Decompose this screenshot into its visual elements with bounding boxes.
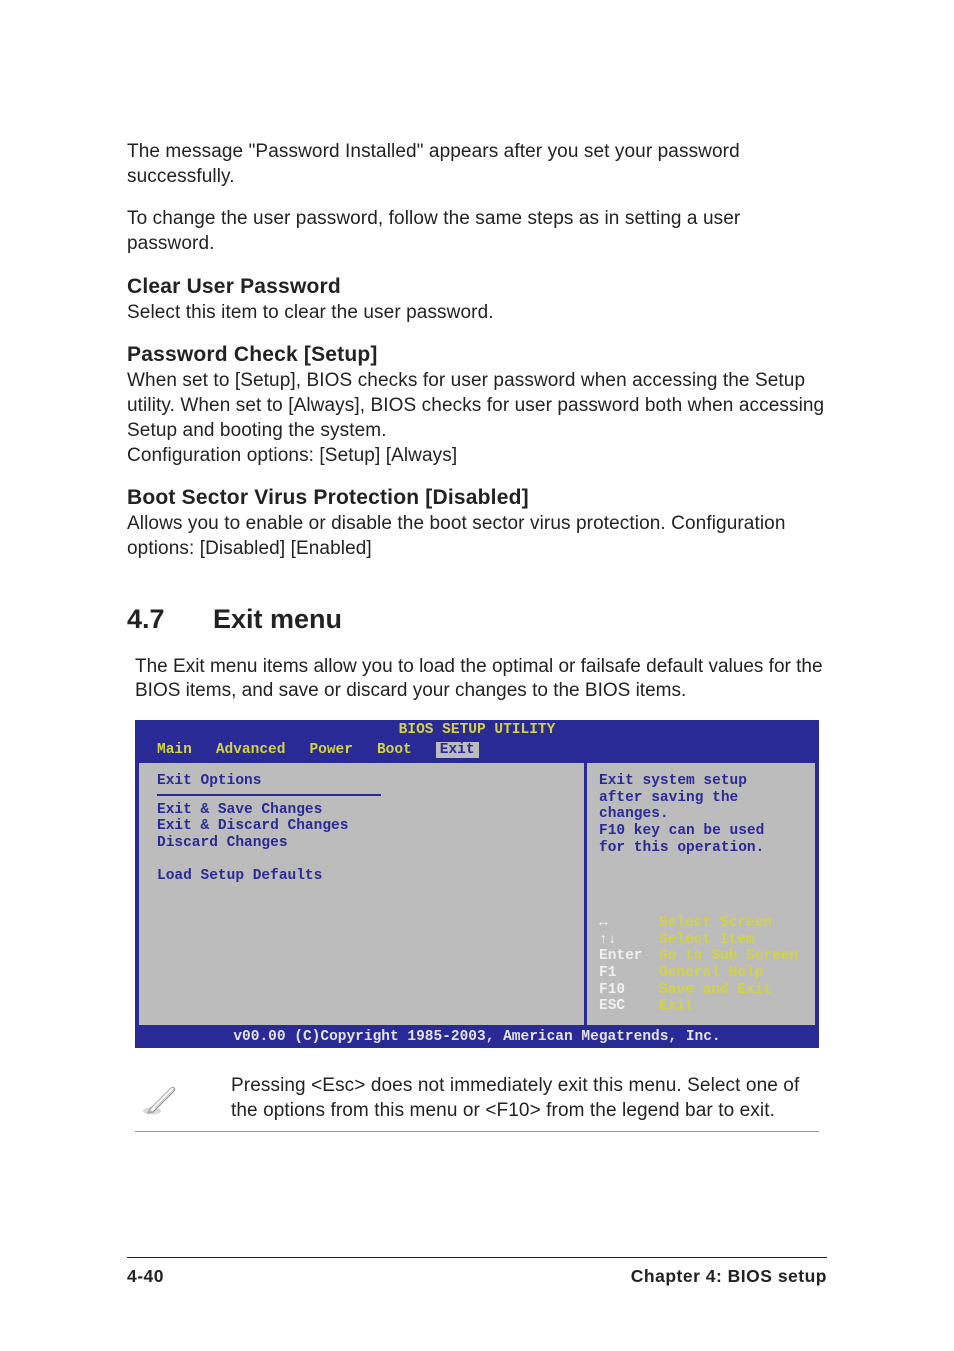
- page-number: 4-40: [127, 1266, 164, 1287]
- paragraph: When set to [Setup], BIOS checks for use…: [127, 369, 827, 443]
- paragraph: Allows you to enable or disable the boot…: [127, 512, 827, 561]
- bios-nav-label: Go to Sub Screen: [659, 948, 798, 965]
- section-number: 4.7: [127, 604, 213, 635]
- bios-nav-label: Exit: [659, 998, 694, 1015]
- section-intro: The Exit menu items allow you to load th…: [127, 655, 827, 704]
- heading-clear-user-password: Clear User Password: [127, 275, 827, 299]
- paragraph: To change the user password, follow the …: [127, 207, 827, 256]
- bios-tab-main[interactable]: Main: [157, 742, 192, 758]
- bios-body: Exit Options Exit & Save Changes Exit & …: [135, 760, 819, 1028]
- chapter-label: Chapter 4: BIOS setup: [631, 1266, 827, 1287]
- page: The message "Password Installed" appears…: [0, 0, 954, 1351]
- bios-help-line: after saving the: [599, 790, 807, 807]
- bios-tab-boot[interactable]: Boot: [377, 742, 412, 758]
- main-content: The message "Password Installed" appears…: [127, 140, 827, 1132]
- heading-boot-sector-virus: Boot Sector Virus Protection [Disabled]: [127, 486, 827, 510]
- bios-menu-item[interactable]: Load Setup Defaults: [157, 868, 566, 885]
- bios-nav-label: General Help: [659, 965, 763, 982]
- bios-nav-key: Enter: [599, 948, 659, 965]
- bios-nav-label: Select Screen: [659, 915, 772, 932]
- bios-title-bar: BIOS SETUP UTILITY: [135, 720, 819, 740]
- bios-nav-key: ↑↓: [599, 932, 659, 949]
- paragraph: The message "Password Installed" appears…: [127, 140, 827, 189]
- bios-nav-row: F10Save and Exit: [599, 982, 807, 999]
- bios-nav-help: ↔Select Screen ↑↓Select Item EnterGo to …: [599, 915, 807, 1015]
- bios-nav-key: F1: [599, 965, 659, 982]
- bios-nav-label: Save and Exit: [659, 982, 772, 999]
- bios-screenshot: BIOS SETUP UTILITY Main Advanced Power B…: [135, 720, 819, 1048]
- bios-help-line: for this operation.: [599, 840, 807, 857]
- page-footer: 4-40 Chapter 4: BIOS setup: [127, 1257, 827, 1287]
- bios-left-header: Exit Options: [157, 773, 381, 796]
- heading-password-check: Password Check [Setup]: [127, 343, 827, 367]
- bios-help-line: F10 key can be used: [599, 823, 807, 840]
- section-title: Exit menu: [213, 604, 342, 634]
- bios-menu-item[interactable]: Exit & Discard Changes: [157, 818, 566, 835]
- bios-help-text: Exit system setup after saving the chang…: [599, 773, 807, 915]
- bios-tab-exit[interactable]: Exit: [436, 742, 479, 758]
- bios-nav-row: EnterGo to Sub Screen: [599, 948, 807, 965]
- note-text: Pressing <Esc> does not immediately exit…: [195, 1074, 819, 1123]
- bios-help-line: changes.: [599, 806, 807, 823]
- bios-nav-row: ↔Select Screen: [599, 915, 807, 932]
- paragraph: Select this item to clear the user passw…: [127, 301, 827, 326]
- bios-tabs: Main Advanced Power Boot Exit: [135, 740, 819, 760]
- bios-nav-label: Select Item: [659, 932, 755, 949]
- bios-nav-key: F10: [599, 982, 659, 999]
- bios-menu-item[interactable]: Exit & Save Changes: [157, 802, 566, 819]
- bios-nav-key: ↔: [599, 915, 659, 932]
- bios-nav-row: ↑↓Select Item: [599, 932, 807, 949]
- bios-menu-item[interactable]: Discard Changes: [157, 835, 566, 852]
- paragraph-config-options: Configuration options: [Setup] [Always]: [127, 444, 827, 469]
- bios-nav-row: F1General Help: [599, 965, 807, 982]
- bios-nav-row: ESCExit: [599, 998, 807, 1015]
- bios-right-panel: Exit system setup after saving the chang…: [587, 760, 815, 1028]
- bios-footer: v00.00 (C)Copyright 1985-2003, American …: [135, 1028, 819, 1048]
- bios-left-panel: Exit Options Exit & Save Changes Exit & …: [139, 760, 587, 1028]
- bios-menu-spacer: [157, 852, 566, 869]
- bios-nav-key: ESC: [599, 998, 659, 1015]
- bios-tab-power[interactable]: Power: [309, 742, 353, 758]
- note-callout: Pressing <Esc> does not immediately exit…: [135, 1074, 819, 1132]
- bios-tab-advanced[interactable]: Advanced: [216, 742, 286, 758]
- section-heading: 4.7Exit menu: [127, 604, 827, 635]
- pencil-icon: [135, 1074, 195, 1118]
- bios-help-line: Exit system setup: [599, 773, 807, 790]
